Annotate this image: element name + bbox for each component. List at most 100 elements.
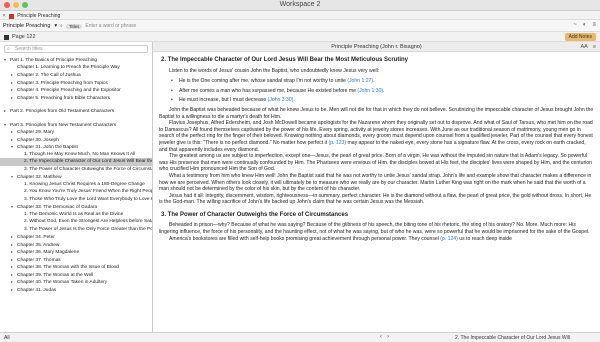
toc-list: ▾ Part 1. The Basics of Principle Preachi… <box>0 56 152 293</box>
toc-item-label: Chapter 34. Peter <box>17 235 55 240</box>
toc-item-label: Chapter 29. Mary <box>17 130 55 135</box>
toc-item[interactable]: 3. The Power of Character Outweighs the … <box>0 166 152 174</box>
toc-item-label: 1. The Demonic World Is as Real as the D… <box>24 211 124 217</box>
page-link[interactable]: (p. 123) <box>329 140 347 146</box>
paragraph: Beheaded in prison—why? Because of what … <box>159 222 590 236</box>
toc-item-label: 2. Without God, Even the Strongest Are H… <box>24 219 152 224</box>
paragraph: What a testimony from him who knew Him w… <box>159 172 592 193</box>
toc-item[interactable]: ▸ Chapter 35. Andrew <box>0 241 152 249</box>
close-tab-icon[interactable]: ✕ <box>2 13 6 19</box>
quote-list: He is the One coming after me, whose san… <box>171 78 594 104</box>
toc-item[interactable]: ▸ Chapter 34. Peter <box>0 233 152 241</box>
toc-item-label: Chapter 2. The Call of Joshua <box>17 73 81 78</box>
search-input[interactable]: Enter a word or phrase <box>85 23 136 29</box>
toc-item[interactable]: 2. You Know You're Truly Jesus' Friend W… <box>0 188 152 196</box>
toc-item[interactable]: ▾ Chapter 33. The Demoniac of Gadara <box>0 203 152 211</box>
scripture-link[interactable]: (John 3:30) <box>268 97 294 103</box>
toc-item[interactable]: ▾ Part 1. The Basics of Principle Preachi… <box>0 56 152 64</box>
search-icon: ⌕ <box>60 23 63 29</box>
toc-item-label: Chapter 40. The Woman Taken in Adultery <box>17 280 108 285</box>
toc-item[interactable]: 1. Though He May Know Much, No Man Knows… <box>0 151 152 159</box>
interlinear-icon[interactable]: ~ <box>573 22 577 28</box>
toc-item-label: 2. The Impeccable Character of Our Lord … <box>24 159 152 164</box>
toc-item[interactable]: Chapter 1. Learning to Preach the Princi… <box>0 64 152 72</box>
tab-bar: ✕ Principle Preaching <box>0 11 600 20</box>
reading-header: Principle Preaching (John r. Bisagno) AA… <box>153 42 600 52</box>
previous-icon[interactable]: ‹ <box>380 334 382 340</box>
resource-selector-label: Principle Preaching <box>3 23 51 29</box>
current-location: 2. The Impeccable Character of Our Lord … <box>455 335 570 341</box>
quote-item: He is the One coming after me, whose san… <box>171 78 594 85</box>
search-bar[interactable]: ⌕ Titles Enter a word or phrase <box>60 22 268 30</box>
search-icon: ⌕ <box>7 46 10 52</box>
toc-item[interactable]: ▾ Chapter 32. Matthew <box>0 173 152 181</box>
toc-item-label: Chapter 35. Andrew <box>17 242 60 248</box>
toc-search-input[interactable]: ⌕ Search titles <box>4 45 148 53</box>
toc-search-placeholder: Search titles <box>15 46 43 52</box>
toc-item[interactable]: ▸ Chapter 41. Judas <box>0 286 152 294</box>
toc-item[interactable]: ▸ Chapter 29. Mary <box>0 128 152 136</box>
toc-item[interactable]: 1. Knowing Jesus Christ Requires a 180-D… <box>0 181 152 189</box>
paragraph: Flavius Josephus, Alfred Edersheim, and … <box>159 120 593 153</box>
scripture-link[interactable]: (John 1:27) <box>347 78 373 84</box>
paragraph: The greatest among us are subject to imp… <box>159 153 592 173</box>
quote-item: He must increase, but I must decrease (J… <box>171 97 594 104</box>
toc-item-label: Chapter 3. Principle Preaching from Topi… <box>17 80 108 86</box>
search-scope-dropdown[interactable]: Titles <box>65 23 83 29</box>
page-number: Page 122 <box>12 34 36 40</box>
toc-item-label: Chapter 38. The Woman with the Issue of … <box>17 265 119 270</box>
toc-item[interactable]: ▸ Chapter 40. The Woman Taken in Adultery <box>0 278 152 286</box>
toc-item-label: Chapter 5. Preaching from Bible Characte… <box>17 95 111 101</box>
reading-pane: Principle Preaching (John r. Bisagno) AA… <box>153 42 600 332</box>
toc-item[interactable]: 3. The Power of Jesus Is the Only Force … <box>0 226 152 234</box>
toc-filter-dropdown[interactable]: All <box>4 335 10 341</box>
section-heading: 2. The Impeccable Character of Our Lord … <box>161 57 409 63</box>
toc-item[interactable]: ▸ Chapter 37. Thomas <box>0 256 152 264</box>
page-icon <box>4 34 9 40</box>
scripture-link[interactable]: (John 1:30) <box>357 88 383 94</box>
toc-item[interactable]: ▸ Chapter 2. The Call of Joshua <box>0 71 152 79</box>
resource-title: Principle Preaching (John r. Bisagno) <box>331 44 422 50</box>
article-content: 2. The Impeccable Character of Our Lord … <box>153 52 600 242</box>
toc-item-label: Chapter 36. Mary Magdalene <box>17 250 80 255</box>
window-title: Workspace 2 <box>279 1 321 8</box>
tab-principle-preaching[interactable]: ✕ Principle Preaching <box>2 12 60 20</box>
add-notes-button[interactable]: Add Notes <box>564 33 596 41</box>
intro-paragraph: Listen to the words of Jesus' cousin Joh… <box>169 67 380 74</box>
toc-item-label: Chapter 39. The Woman at the Well <box>17 272 94 278</box>
toc-item[interactable]: ▸ Chapter 30. Joseph <box>0 136 152 144</box>
paragraph: Jesus had it all: integrity, discernment… <box>159 192 592 206</box>
tab-label: Principle Preaching <box>17 13 61 19</box>
toc-item-label: 1. Knowing Jesus Christ Requires a 180-D… <box>24 181 145 187</box>
toc-item-label: Chapter 32. Matthew <box>17 175 62 180</box>
toc-item-label: Part 2. Principles from Old Testament Ch… <box>10 109 115 114</box>
toc-item-label: Chapter 30. Joseph <box>17 137 59 143</box>
toc-item[interactable]: 3. Those Who Truly Love the Lord Want Ev… <box>0 196 152 204</box>
paragraph: America's bookstores are filled with sel… <box>169 235 512 242</box>
toc-item[interactable]: ▸ Chapter 3. Principle Preaching from Top… <box>0 79 152 87</box>
toc-item[interactable]: ▸ Chapter 5. Preaching from Bible Charact… <box>0 94 152 102</box>
visual-filter-icon[interactable]: ◐ <box>583 22 587 28</box>
resource-selector[interactable]: Principle Preaching ▾ <box>3 22 57 30</box>
font-size-icon[interactable]: AA <box>580 42 587 52</box>
toc-item[interactable]: ▸ Chapter 36. Mary Magdalene <box>0 248 152 256</box>
toc-item[interactable]: ▾ Part 3. Principles from New Testament C… <box>0 121 152 129</box>
toc-item[interactable]: 1. The Demonic World Is as Real as the D… <box>0 211 152 219</box>
toc-item[interactable]: ▸ Chapter 39. The Woman at the Well <box>0 271 152 279</box>
toc-item[interactable]: ▾ Chapter 31. John the Baptist <box>0 143 152 151</box>
toc-item[interactable]: 2. Without God, Even the Strongest Are H… <box>0 218 152 226</box>
toc-item-label: 1. Though He May Know Much, No Man Knows… <box>24 151 136 157</box>
toc-item[interactable]: ▸ Part 2. Principles from Old Testament C… <box>0 107 152 115</box>
page-link[interactable]: (p. 124) <box>440 236 458 242</box>
page-bar: Page 122 Add Notes <box>0 32 600 42</box>
chevron-down-icon: ▾ <box>54 23 58 29</box>
book-icon <box>9 13 15 19</box>
next-icon[interactable]: › <box>387 334 389 340</box>
toc-item[interactable]: 2. The Impeccable Character of Our Lord … <box>0 158 152 166</box>
toc-item-label: Chapter 37. Thomas <box>17 257 61 263</box>
panel-menu-icon[interactable]: ≡ <box>593 42 596 52</box>
panel-menu-icon[interactable]: ≡ <box>592 22 596 28</box>
toc-item[interactable]: ▸ Chapter 38. The Woman with the Issue of… <box>0 263 152 271</box>
paragraph: John the Baptist was beheaded because of… <box>159 106 594 120</box>
toc-item[interactable]: ▸ Chapter 4. Principle Preaching and the … <box>0 86 152 94</box>
